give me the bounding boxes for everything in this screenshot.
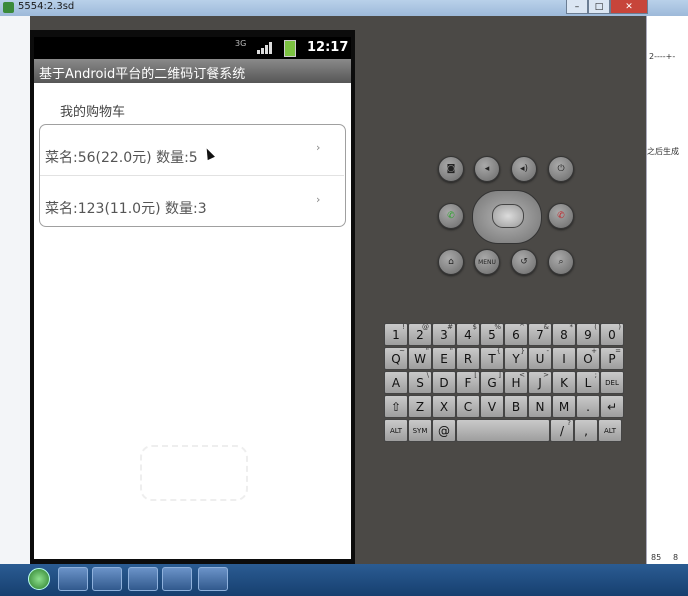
signal-icon: [257, 42, 272, 54]
keyboard-key[interactable]: B: [504, 395, 528, 418]
background-number: 85: [651, 553, 662, 562]
keyboard-key[interactable]: W ": [408, 347, 432, 370]
keyboard-key[interactable]: SYM: [408, 419, 432, 442]
search-icon[interactable]: ⌕: [548, 249, 574, 275]
keyboard-key[interactable]: 0): [600, 323, 624, 346]
power-icon[interactable]: ⏻: [548, 156, 574, 182]
battery-icon: [284, 40, 296, 57]
keyboard-key[interactable]: ↵: [600, 395, 624, 418]
keyboard-key[interactable]: J >: [528, 371, 552, 394]
keyboard-key[interactable]: Z: [408, 395, 432, 418]
keyboard-key[interactable]: DEL: [600, 371, 624, 394]
cart-item-label: 菜名:56(22.0元) 数量:5: [45, 150, 198, 166]
taskbar-app-icon[interactable]: [58, 567, 88, 591]
background-number: 8: [673, 553, 679, 562]
window-title: 5554:2.3sd: [18, 1, 75, 12]
keyboard-key[interactable]: 7 &: [528, 323, 552, 346]
keyboard-key[interactable]: Q ~: [384, 347, 408, 370]
background-window-right: 2----+- 之后生成 85 8: [646, 16, 688, 564]
keyboard-key[interactable]: Y}: [504, 347, 528, 370]
keyboard-key[interactable]: ALT: [598, 419, 622, 442]
dpad-center-button[interactable]: [492, 204, 524, 228]
keyboard-key[interactable]: 4 $: [456, 323, 480, 346]
keyboard-key[interactable]: I: [552, 347, 576, 370]
volume-up-icon[interactable]: ◂): [511, 156, 537, 182]
volume-down-icon[interactable]: ◂: [474, 156, 500, 182]
keyboard-key[interactable]: G]: [480, 371, 504, 394]
keyboard-key[interactable]: @: [432, 419, 456, 442]
taskbar-app-icon[interactable]: [92, 567, 122, 591]
keyboard-key[interactable]: 6 ^: [504, 323, 528, 346]
keyboard-key[interactable]: ⇧: [384, 395, 408, 418]
taskbar-app-icon[interactable]: [128, 567, 158, 591]
keyboard-key[interactable]: C: [456, 395, 480, 418]
keyboard-key[interactable]: K: [552, 371, 576, 394]
keyboard-key[interactable]: T{: [480, 347, 504, 370]
keyboard-key[interactable]: .: [576, 395, 600, 418]
maximize-button[interactable]: □: [588, 0, 610, 14]
taskbar-app-icon[interactable]: [198, 567, 228, 591]
keyboard-key[interactable]: E ": [432, 347, 456, 370]
call-icon[interactable]: ✆: [438, 203, 464, 229]
close-button[interactable]: ✕: [610, 0, 648, 14]
back-icon[interactable]: ↺: [511, 249, 537, 275]
start-button[interactable]: [28, 568, 50, 590]
keyboard-key[interactable]: V: [480, 395, 504, 418]
keyboard-key[interactable]: 5%: [480, 323, 504, 346]
keyboard-key[interactable]: U-: [528, 347, 552, 370]
keyboard-key[interactable]: M: [552, 395, 576, 418]
background-window-left: [0, 16, 30, 564]
camera-icon[interactable]: ◙: [438, 156, 464, 182]
cart-header: 我的购物车: [60, 105, 126, 120]
home-icon[interactable]: ⌂: [438, 249, 464, 275]
keyboard-key[interactable]: A: [384, 371, 408, 394]
keyboard-key[interactable]: N: [528, 395, 552, 418]
cart-item-label: 菜名:123(11.0元) 数量:3: [45, 201, 207, 217]
keyboard-key[interactable]: 3 #: [432, 323, 456, 346]
keyboard-key[interactable]: R: [456, 347, 480, 370]
taskbar-app-icon[interactable]: [162, 567, 192, 591]
keyboard-key[interactable]: /?: [550, 419, 574, 442]
end-call-icon[interactable]: ✆: [548, 203, 574, 229]
keyboard-key[interactable]: ALT: [384, 419, 408, 442]
keyboard-key[interactable]: L;: [576, 371, 600, 394]
keyboard-key[interactable]: D: [432, 371, 456, 394]
chevron-right-icon: ›: [316, 193, 321, 206]
keyboard-key[interactable]: 8 *: [552, 323, 576, 346]
keyboard-key[interactable]: ,: [574, 419, 598, 442]
keyboard-key[interactable]: X: [432, 395, 456, 418]
status-clock: 12:17: [307, 40, 349, 55]
status-bar: [34, 37, 351, 59]
keyboard-key[interactable]: 2 @: [408, 323, 432, 346]
chevron-right-icon: ›: [316, 141, 321, 154]
keyboard-key[interactable]: 1!: [384, 323, 408, 346]
app-title: 基于Android平台的二维码订餐系统: [39, 67, 246, 82]
keyboard-key[interactable]: F[: [456, 371, 480, 394]
keyboard-key[interactable]: [456, 419, 550, 442]
keyboard-key[interactable]: H <: [504, 371, 528, 394]
fading-overlay: [140, 445, 248, 501]
keyboard-key[interactable]: O +: [576, 347, 600, 370]
background-text: 之后生成: [647, 147, 679, 156]
keyboard-key[interactable]: 9(: [576, 323, 600, 346]
keyboard-key[interactable]: S \: [408, 371, 432, 394]
background-dashes: 2----+-: [649, 52, 676, 61]
minimize-button[interactable]: –: [566, 0, 588, 14]
data-connection-icon: 3G: [235, 39, 247, 48]
menu-icon[interactable]: MENU: [474, 249, 500, 275]
emulator-app-icon: [3, 2, 14, 13]
keyboard-key[interactable]: P =: [600, 347, 624, 370]
